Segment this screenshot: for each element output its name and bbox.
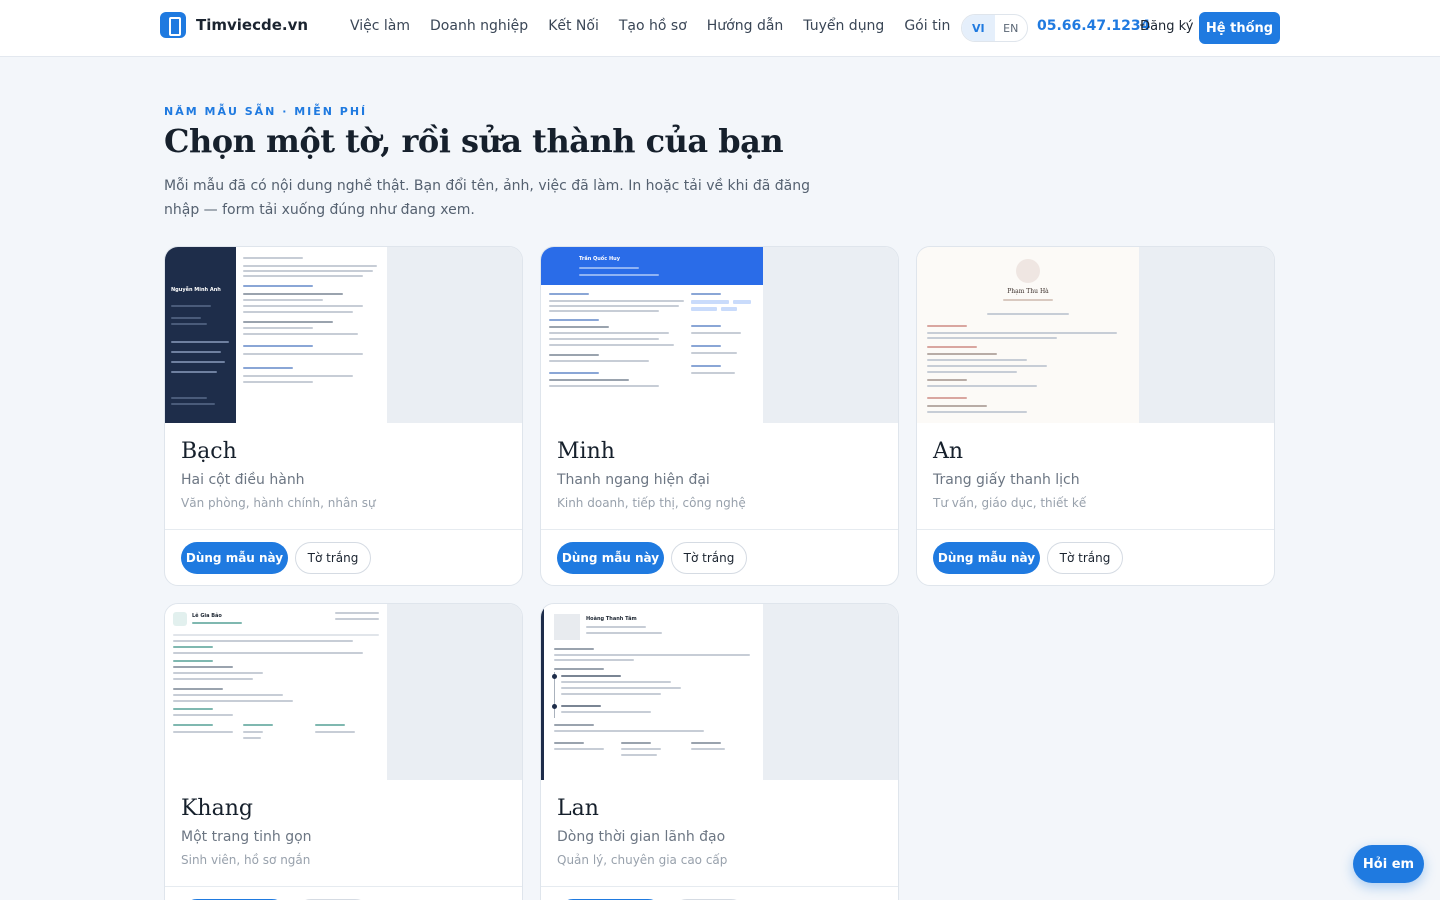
nav-item-doanh-nghiep[interactable]: Doanh nghiệp (430, 18, 528, 34)
cv-person-name: Lê Gia Bảo (192, 613, 222, 619)
card-actions: Dùng mẫu này Tờ trắng (917, 529, 1274, 585)
avatar (173, 612, 187, 626)
cv-person-name: Phạm Thu Hà (1007, 288, 1049, 295)
use-template-button[interactable]: Dùng mẫu này (933, 542, 1040, 574)
card-actions: Dùng mẫu này Tờ trắng (165, 886, 522, 900)
nav-item-tao-ho-so[interactable]: Tạo hồ sơ (619, 18, 687, 34)
template-preview[interactable]: Hoàng Thanh Tâm (541, 604, 898, 780)
template-card-minh[interactable]: Trần Quốc Huy Minh Thanh ngang hiện đại … (540, 246, 899, 586)
blank-sheet-button[interactable]: Tờ trắng (1047, 542, 1123, 574)
cv-person-name: Hoàng Thanh Tâm (586, 616, 637, 622)
template-preview[interactable]: Lê Gia Bảo (165, 604, 522, 780)
brand-name: Timviecde.vn (196, 16, 309, 34)
cv-thumbnail: Lê Gia Bảo (165, 604, 387, 780)
template-preview[interactable]: Nguyễn Minh Anh (165, 247, 522, 423)
hotline-link[interactable]: 05.66.47.1234 (1037, 18, 1150, 34)
template-subtitle: Trang giấy thanh lịch (933, 472, 1080, 488)
card-actions: Dùng mẫu này Tờ trắng (541, 886, 898, 900)
cv-person-name: Nguyễn Minh Anh (171, 287, 221, 293)
avatar (554, 614, 580, 640)
template-card-bach[interactable]: Nguyễn Minh Anh Bạch Hai cột điều hành V… (164, 246, 523, 586)
template-preview[interactable]: Phạm Thu Hà (917, 247, 1274, 423)
nav-item-goi-tin[interactable]: Gói tin (904, 18, 950, 34)
template-tags: Văn phòng, hành chính, nhân sự (181, 496, 376, 510)
brand-logo[interactable]: Timviecde.vn (160, 12, 308, 38)
template-subtitle: Hai cột điều hành (181, 472, 305, 488)
template-name: Bạch (181, 439, 237, 464)
template-tags: Sinh viên, hồ sơ ngắn (181, 853, 311, 867)
template-subtitle: Một trang tinh gọn (181, 829, 312, 845)
template-tags: Tư vấn, giáo dục, thiết kế (933, 496, 1087, 510)
nav-item-ket-noi[interactable]: Kết Nối (548, 18, 599, 34)
language-switch: VI EN (961, 14, 1028, 42)
template-card-lan[interactable]: Hoàng Thanh Tâm Lan Dòng thời gian lãnh … (540, 603, 899, 900)
template-name: Minh (557, 439, 615, 464)
nav-item-huong-dan[interactable]: Hướng dẫn (707, 18, 784, 34)
system-button[interactable]: Hệ thống (1199, 12, 1280, 44)
template-name: An (933, 439, 964, 464)
page-lead: Mỗi mẫu đã có nội dung nghề thật. Bạn đổ… (164, 178, 811, 218)
lang-vi-button[interactable]: VI (962, 15, 995, 41)
cv-thumbnail: Trần Quốc Huy (541, 247, 763, 423)
card-actions: Dùng mẫu này Tờ trắng (541, 529, 898, 585)
cv-person-name: Trần Quốc Huy (579, 256, 620, 262)
template-card-an[interactable]: Phạm Thu Hà An Trang giấy thanh lịch Tư … (916, 246, 1275, 586)
template-subtitle: Thanh ngang hiện đại (557, 472, 710, 488)
cv-thumbnail: Phạm Thu Hà (917, 247, 1139, 423)
template-tags: Kinh doanh, tiếp thị, công nghệ (557, 496, 746, 510)
template-tags: Quản lý, chuyên gia cao cấp (557, 853, 728, 867)
avatar (1016, 259, 1040, 283)
cv-thumbnail: Nguyễn Minh Anh (165, 247, 387, 423)
blank-sheet-button[interactable]: Tờ trắng (295, 542, 371, 574)
use-template-button[interactable]: Dùng mẫu này (181, 542, 288, 574)
card-actions: Dùng mẫu này Tờ trắng (165, 529, 522, 585)
template-preview[interactable]: Trần Quốc Huy (541, 247, 898, 423)
cv-thumbnail: Hoàng Thanh Tâm (541, 604, 763, 780)
use-template-button[interactable]: Dùng mẫu này (557, 542, 664, 574)
blank-sheet-button[interactable]: Tờ trắng (671, 542, 747, 574)
phone-logo-icon (160, 12, 186, 38)
signup-link[interactable]: Đăng ký (1140, 19, 1193, 34)
lang-en-button[interactable]: EN (995, 15, 1028, 41)
page-title: Chọn một tờ, rồi sửa thành của bạn (164, 122, 784, 160)
chat-help-button[interactable]: Hỏi em (1353, 845, 1424, 883)
nav-item-tuyen-dung[interactable]: Tuyển dụng (803, 18, 884, 34)
template-name: Khang (181, 796, 253, 821)
template-subtitle: Dòng thời gian lãnh đạo (557, 829, 726, 845)
main-nav: Việc làm Doanh nghiệp Kết Nối Tạo hồ sơ … (350, 18, 950, 34)
template-card-khang[interactable]: Lê Gia Bảo Khang Một trang tinh gọn Sinh… (164, 603, 523, 900)
top-navbar: Timviecde.vn Việc làm Doanh nghiệp Kết N… (0, 0, 1440, 57)
nav-item-viec-lam[interactable]: Việc làm (350, 18, 410, 34)
template-name: Lan (557, 796, 599, 821)
section-eyebrow: NĂM MẪU SẴN · MIỄN PHÍ (164, 105, 368, 118)
